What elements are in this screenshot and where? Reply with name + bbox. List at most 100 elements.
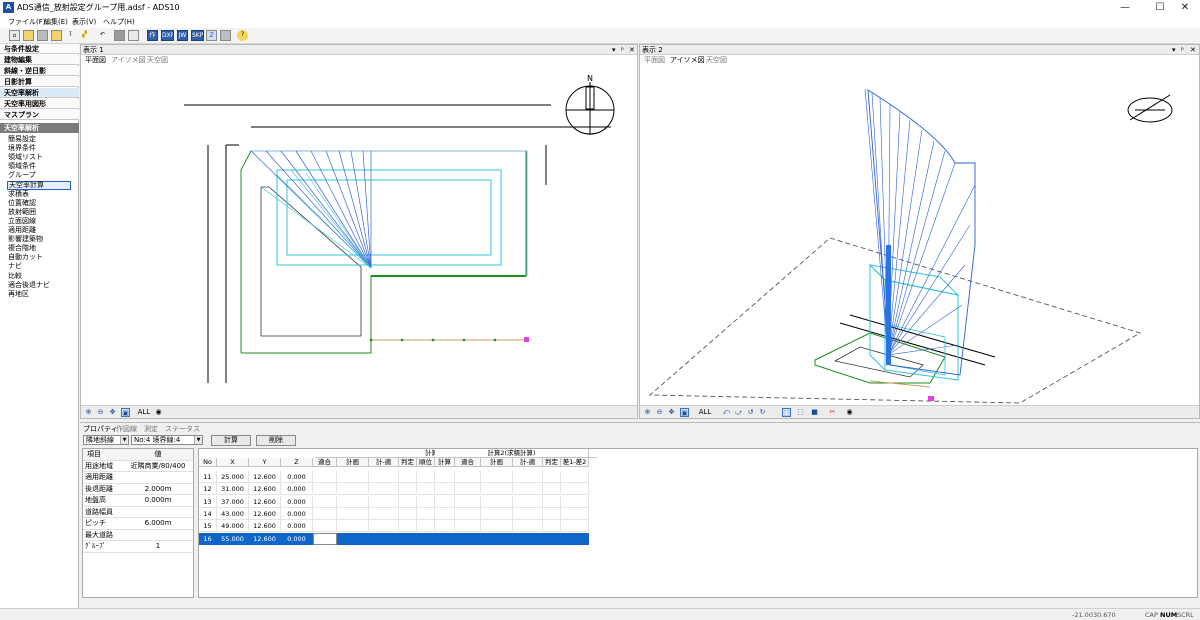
table-cell[interactable] [561,520,589,533]
sidebar-item[interactable]: 再地区 [7,290,30,299]
cut-icon[interactable]: ✂ [828,408,837,417]
undo-icon[interactable]: ↶ [97,30,108,41]
table-cell[interactable]: 31.000 [217,483,249,496]
table-cell[interactable] [543,532,561,545]
property-row[interactable]: 適用距離 [83,472,193,484]
property-row[interactable]: 最大道路 [83,530,193,541]
table-cell[interactable]: 11 [199,471,217,483]
table-cell[interactable] [481,520,513,533]
dxf-icon[interactable]: DXF [161,30,174,41]
table-cell[interactable] [399,483,417,496]
table-cell[interactable]: 43.000 [217,507,249,520]
table-cell[interactable] [481,507,513,520]
column-header[interactable]: 判定 [399,458,417,467]
property-row[interactable]: 後退距離 2.000m [83,484,193,495]
table-cell[interactable] [337,495,369,508]
zoom-out-icon[interactable]: ⊖ [655,408,664,417]
column-header[interactable]: 適合 [455,458,481,467]
table-cell[interactable]: 0.000 [281,483,313,496]
table-cell[interactable] [313,483,337,496]
sidebar-section-slant[interactable]: 斜線・逆日影 [0,66,79,76]
table-cell[interactable]: 37.000 [217,495,249,508]
table-cell[interactable] [561,471,589,483]
table-cell[interactable] [543,471,561,483]
table-cell[interactable] [313,507,337,520]
open-folder-icon[interactable] [23,30,34,41]
table-cell[interactable] [417,507,435,520]
table-cell[interactable] [417,520,435,533]
table-cell[interactable] [399,495,417,508]
eye-icon[interactable]: ◉ [845,408,854,417]
sidebar-item[interactable]: 天空率計算 [7,180,71,190]
view2-close-icon[interactable]: ✕ [1190,45,1196,55]
menu-edit[interactable]: 編集(E) [44,17,68,27]
new-file-icon[interactable]: ▫ [9,30,20,41]
tab-sky[interactable]: 天空図 [147,55,168,65]
column-header[interactable]: No [199,458,217,467]
property-row[interactable]: ｸﾞﾙｰﾌﾟ 1 [83,541,193,553]
sidebar-section-massplan[interactable]: マスプラン [0,110,79,120]
table-cell[interactable] [561,532,589,545]
column-header[interactable]: X [217,458,249,467]
table-cell[interactable]: 12.600 [249,483,281,496]
tab-properties[interactable]: プロパティ [83,424,118,434]
sidebar-section-shadow[interactable]: 日影計算 [0,77,79,87]
slant-type-select[interactable]: 隣地斜線 ▼ [83,435,129,445]
sidebar-section-building[interactable]: 建物編集 [0,55,79,65]
jww-icon[interactable]: JW [177,30,188,41]
table-cell[interactable] [399,520,417,533]
plan-view-canvas[interactable]: N [81,65,637,406]
zoom-out-icon[interactable]: ⊖ [96,408,105,417]
sidebar-item[interactable]: 適用距離 [7,226,37,235]
tab-plan[interactable]: 平面図 [85,55,106,65]
sidebar-item[interactable]: 領域リスト [7,153,44,162]
table-cell[interactable]: 0.000 [281,532,313,545]
close-button[interactable]: ✕ [1170,0,1200,15]
table-cell[interactable] [543,520,561,533]
zoom-window-icon[interactable]: ▣ [121,408,130,417]
view1-pin-icon[interactable]: ᵖ [621,45,624,55]
table-cell[interactable] [513,532,543,545]
column-header[interactable]: Z [281,458,313,467]
table-cell[interactable]: 49.000 [217,520,249,533]
table-cell[interactable] [417,483,435,496]
table-cell[interactable]: 16 [199,532,217,545]
pan-icon[interactable]: ✥ [667,408,676,417]
table-cell[interactable] [513,495,543,508]
table-cell[interactable] [561,507,589,520]
sidebar-item[interactable]: 領域条件 [7,162,37,171]
save-as-icon[interactable] [51,30,62,41]
view2-dropdown-icon[interactable]: ▾ [1172,45,1176,55]
table-cell[interactable] [369,520,399,533]
column-header[interactable]: 差1-差2 [561,458,589,467]
info-icon[interactable]: ǐ [65,30,76,41]
property-row[interactable]: 道路幅員 [83,507,193,518]
table-cell[interactable] [313,532,337,545]
skp-icon[interactable]: SKP [191,30,204,41]
sidebar-item[interactable]: 境界条件 [7,144,37,153]
tab-isometric[interactable]: アイソメ図 [111,55,146,65]
table-cell[interactable]: 0.000 [281,471,313,483]
table-cell[interactable] [369,532,399,545]
zoom-window-icon[interactable]: ▣ [680,408,689,417]
sidebar-item[interactable]: 自動カット [7,253,44,262]
table-cell[interactable] [543,483,561,496]
view1-dropdown-icon[interactable]: ▾ [612,45,616,55]
table-cell[interactable]: 0.000 [281,507,313,520]
column-header[interactable]: 計算 [435,458,455,467]
boundary-select[interactable]: No:4 境界線:4 ▼ [131,435,203,445]
table-cell[interactable] [337,483,369,496]
table-cell[interactable] [481,532,513,545]
flag-icon[interactable]: ▞ [79,30,90,41]
property-row[interactable]: ピッチ 6.000m [83,518,193,530]
table-cell[interactable] [481,483,513,496]
column-header[interactable]: 計-適 [369,458,399,467]
table-cell[interactable]: 0.000 [281,520,313,533]
view1-close-icon[interactable]: ✕ [629,45,635,55]
table-cell[interactable] [561,483,589,496]
table-cell[interactable]: 12 [199,483,217,496]
table-cell[interactable] [313,520,337,533]
table-cell[interactable] [313,471,337,483]
tab-status[interactable]: ステータス [165,424,200,434]
table-cell[interactable] [399,507,417,520]
